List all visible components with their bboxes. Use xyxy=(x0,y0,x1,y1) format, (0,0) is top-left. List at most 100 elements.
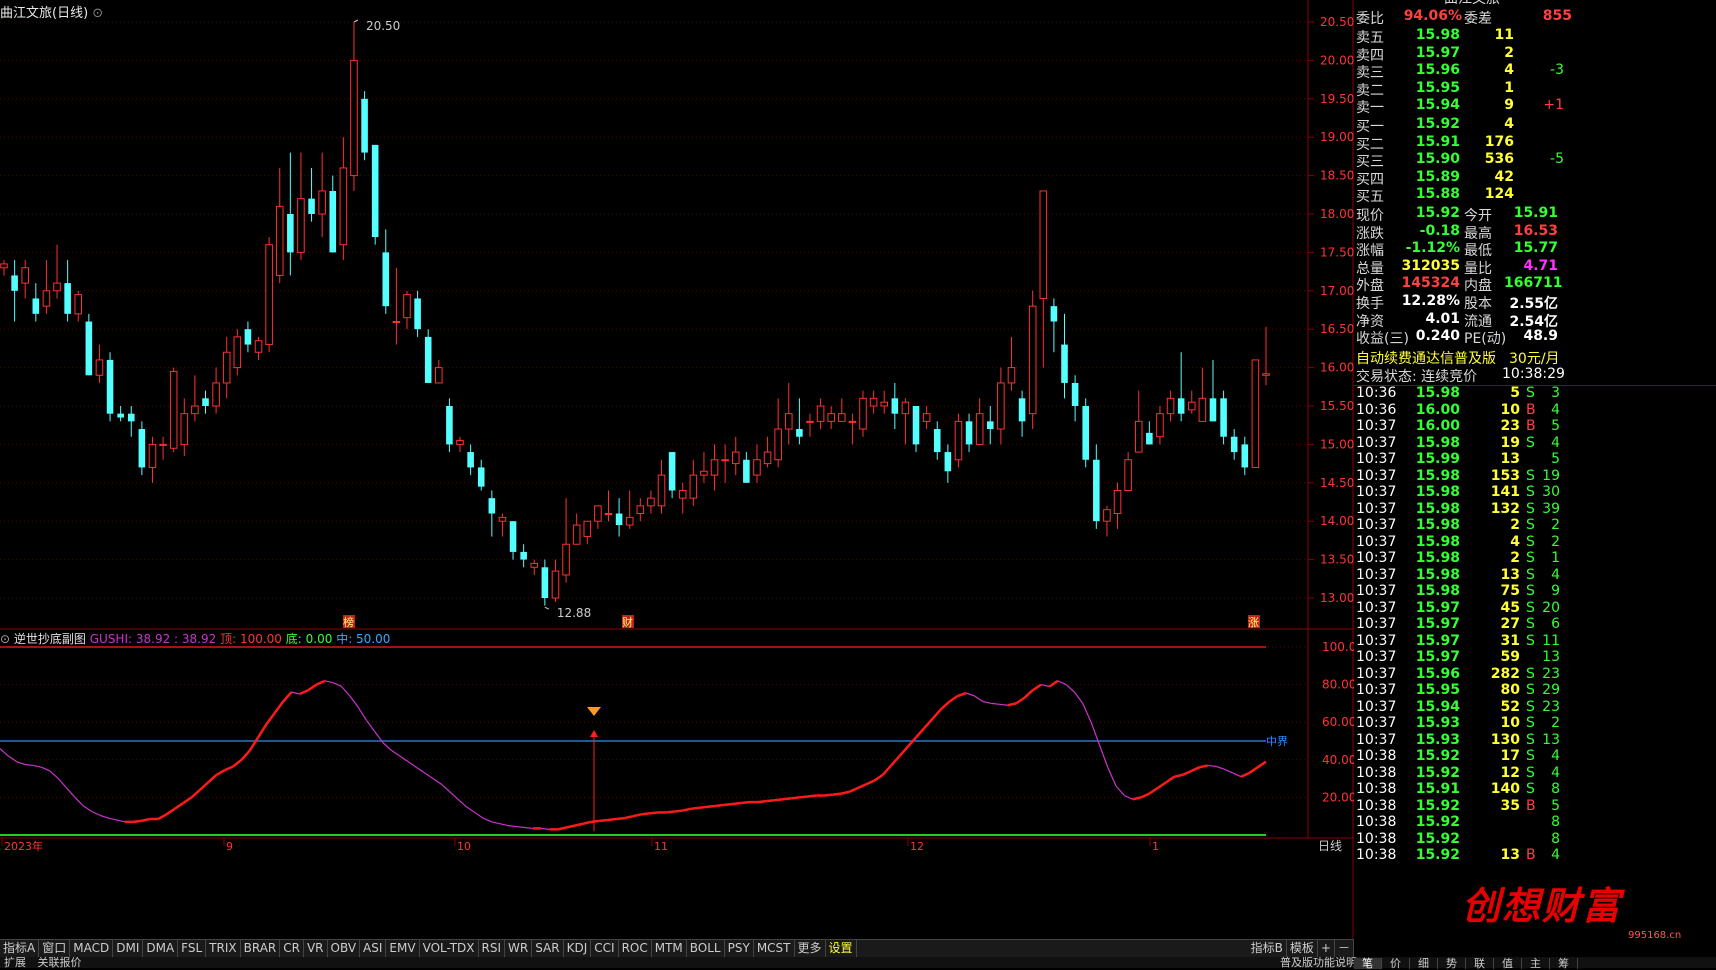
related-quote-button[interactable]: 关联报价 xyxy=(34,957,86,968)
trade-time: 10:38:29 xyxy=(1502,366,1565,382)
indicator-tab-boll[interactable]: BOLL xyxy=(687,940,725,957)
tick-row: 10:37 15.98 75 S 9 xyxy=(1354,583,1716,601)
weibi-row: 委比 94.06% 委差 855 xyxy=(1354,8,1716,27)
candle-body xyxy=(1071,382,1079,406)
time-label: 11 xyxy=(654,840,668,853)
tick-direction: S xyxy=(1526,500,1535,517)
indicator-tab-kdj[interactable]: KDJ xyxy=(564,940,592,957)
indicator-tab-cci[interactable]: CCI xyxy=(591,940,619,957)
indicator-tab-sar[interactable]: SAR xyxy=(532,940,564,957)
stat-value: -0.18 xyxy=(1419,222,1460,239)
indicator-tab-asi[interactable]: ASI xyxy=(360,940,387,957)
indicator-tab-psy[interactable]: PSY xyxy=(725,940,754,957)
candle-body xyxy=(11,275,18,291)
collapse-icon[interactable]: ⊙ xyxy=(0,632,10,646)
gushi-segment xyxy=(799,795,809,799)
indicator-tab-fsl[interactable]: FSL xyxy=(178,940,207,957)
gushi-segment xyxy=(931,708,943,720)
candle-body xyxy=(202,398,209,406)
gushi-segment xyxy=(190,788,201,799)
indicator-tab-right-模板[interactable]: 模板 xyxy=(1287,940,1318,957)
stat-value: 48.9 xyxy=(1523,328,1558,345)
indicator-tab-vr[interactable]: VR xyxy=(304,940,328,957)
tick-price: 15.99 xyxy=(1415,451,1460,467)
candle-body xyxy=(731,451,740,465)
tick-direction: S xyxy=(1526,434,1535,451)
side-tab-2[interactable]: 细 xyxy=(1410,958,1438,969)
gushi-segment xyxy=(441,783,451,793)
tick-price: 15.93 xyxy=(1415,715,1460,731)
candle-body xyxy=(488,498,496,514)
gushi-segment xyxy=(948,694,959,703)
tick-price: 15.91 xyxy=(1415,781,1460,797)
indicator-tab-trix[interactable]: TRIX xyxy=(206,940,241,957)
tick-volume: 10 xyxy=(1500,401,1520,418)
side-tab-3[interactable]: 势 xyxy=(1438,958,1466,969)
chart-area[interactable]: 20.50 12.88 榜 财 涨 20.50 20.00 19.50 19.00 18.50 1… xyxy=(0,0,1354,958)
side-tab-7[interactable]: 筹 xyxy=(1550,958,1578,969)
stat-row: 总量 312035 量比 4.71 xyxy=(1354,258,1716,277)
indicator-tab-obv[interactable]: OBV xyxy=(328,940,361,957)
tick-direction: S xyxy=(1526,632,1535,649)
expand-button[interactable]: 扩展 xyxy=(0,957,30,968)
price-tick-label: 16.50 xyxy=(1320,322,1354,336)
indicator-header: ⊙ 逆世抄底副图 GUSHI: 38.92 : 38.92 顶: 100.00 … xyxy=(0,630,390,647)
side-tab-0[interactable]: 笔 xyxy=(1354,958,1382,969)
candle-body xyxy=(784,413,793,430)
gushi-segment xyxy=(724,802,734,807)
indicator-tab-roc[interactable]: ROC xyxy=(619,940,652,957)
indicator-param-mid: 中: 50.00 xyxy=(336,632,391,646)
candle-body xyxy=(562,543,570,576)
help-link[interactable]: 普及版功能说明 xyxy=(1276,957,1361,968)
indicator-tab-right-+[interactable]: + xyxy=(1318,940,1335,957)
side-tab-1[interactable]: 价 xyxy=(1382,958,1410,969)
side-tab-4[interactable]: 联 xyxy=(1466,958,1494,969)
indicator-tab-right-－[interactable]: － xyxy=(1335,940,1354,957)
indicator-tab-wr[interactable]: WR xyxy=(505,940,533,957)
tick-volume: 52 xyxy=(1500,698,1520,715)
weicha-label: 委差 xyxy=(1464,11,1492,27)
side-tab-6[interactable]: 主 xyxy=(1522,958,1550,969)
price-tick-label: 19.00 xyxy=(1320,130,1354,144)
diamond-signal-icon xyxy=(587,707,601,716)
tick-price: 15.92 xyxy=(1415,764,1460,781)
indicator-tab-更多[interactable]: 更多 xyxy=(795,940,826,957)
time-label: 10 xyxy=(457,840,471,853)
gushi-segment xyxy=(766,798,775,803)
tick-time: 10:38 xyxy=(1356,748,1397,764)
side-tab-5[interactable]: 值 xyxy=(1494,958,1522,969)
gushi-segment xyxy=(774,798,784,802)
tick-price: 15.98 xyxy=(1415,566,1460,583)
indicator-tab-mcst[interactable]: MCST xyxy=(754,940,795,957)
indicator-tab-macd[interactable]: MACD xyxy=(70,940,114,957)
indicator-tab-mtm[interactable]: MTM xyxy=(652,940,687,957)
indicator-tab-窗口[interactable]: 窗口 xyxy=(39,940,71,957)
tick-count: 8 xyxy=(1551,781,1560,797)
tick-row: 10:36 16.00 10 B 4 xyxy=(1354,402,1716,420)
gushi-segment xyxy=(566,824,575,829)
gushi-segment xyxy=(1182,769,1192,776)
candle-body xyxy=(901,401,910,415)
indicator-tab-设置[interactable]: 设置 xyxy=(826,940,857,957)
indicator-tab-指标a[interactable]: 指标A xyxy=(0,940,40,957)
indicator-tab-rsi[interactable]: RSI xyxy=(479,940,506,957)
side-tab-bar: 笔价细势联值主筹 xyxy=(1354,957,1716,969)
indicator-tab-emv[interactable]: EMV xyxy=(386,940,420,957)
candle-body xyxy=(933,429,941,453)
tick-direction: S xyxy=(1526,764,1535,781)
gushi-segment xyxy=(49,770,59,780)
tick-volume: 17 xyxy=(1500,748,1520,764)
settings-icon[interactable]: ⊙ xyxy=(92,6,103,21)
tick-volume: 13 xyxy=(1500,451,1520,467)
indicator-tab-dma[interactable]: DMA xyxy=(143,940,179,957)
gushi-segment xyxy=(849,786,859,793)
tick-row: 10:38 15.92 13 B 4 xyxy=(1354,847,1716,865)
indicator-tab-vol-tdx[interactable]: VOL-TDX xyxy=(420,940,479,957)
indicator-tab-dmi[interactable]: DMI xyxy=(113,940,144,957)
gushi-segment xyxy=(1157,781,1167,790)
gushi-segment xyxy=(906,736,918,748)
indicator-tab-cr[interactable]: CR xyxy=(280,940,304,957)
indicator-tab-right-指标B[interactable]: 指标B xyxy=(1248,940,1287,957)
tick-direction: S xyxy=(1526,385,1535,401)
indicator-tab-brar[interactable]: BRAR xyxy=(241,940,281,957)
